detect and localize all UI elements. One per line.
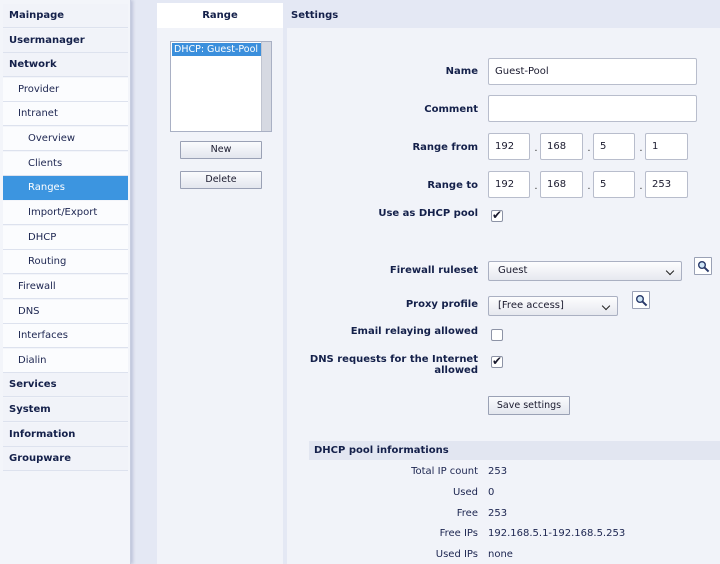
dns-requests-checkbox[interactable]: ✔: [491, 354, 503, 368]
nav-item-system[interactable]: System: [3, 398, 128, 422]
free-ips-label: Free IPs: [439, 528, 478, 539]
free-ips-value: 192.168.5.1-192.168.5.253: [488, 528, 626, 539]
range-panel-title: Range: [157, 3, 283, 28]
nav-item-dhcp[interactable]: DHCP: [3, 226, 128, 250]
range-panel: Range DHCP: Guest-Pool New Delete: [157, 3, 283, 564]
magnifier-icon: [698, 261, 710, 273]
used-count-value: 0: [488, 487, 495, 498]
comment-label: Comment: [424, 104, 478, 115]
firewall-ruleset-label: Firewall ruleset: [389, 265, 478, 276]
nav-item-ranges[interactable]: Ranges: [3, 176, 128, 200]
save-settings-button[interactable]: Save settings: [488, 396, 570, 415]
nav-item-import-export[interactable]: Import/Export: [3, 201, 128, 225]
chevron-down-icon: [601, 301, 611, 311]
used-ips-value: none: [488, 549, 513, 560]
email-relaying-label: Email relaying allowed: [350, 326, 478, 337]
proxy-profile-edit-button[interactable]: [632, 291, 650, 309]
email-relaying-checkbox[interactable]: [491, 329, 503, 341]
nav-item-dns[interactable]: DNS: [3, 300, 128, 324]
settings-panel: Settings Name Guest-Pool Comment Range f…: [287, 3, 720, 564]
checkmark-icon: ✔: [492, 354, 503, 368]
range-list-item[interactable]: DHCP: Guest-Pool: [172, 43, 261, 56]
nav-item-intranet[interactable]: Intranet: [3, 102, 128, 126]
range-from-octet-3[interactable]: 5: [593, 133, 635, 160]
used-ips-label: Used IPs: [435, 549, 478, 560]
delete-range-button[interactable]: Delete: [180, 171, 262, 189]
nav-item-provider[interactable]: Provider: [3, 78, 128, 102]
proxy-profile-label: Proxy profile: [405, 299, 478, 310]
firewall-ruleset-edit-button[interactable]: [694, 257, 712, 275]
range-to-octet-2[interactable]: 168: [540, 171, 583, 198]
dns-requests-label-line1: DNS requests for the Internet: [309, 354, 478, 365]
range-from-octet-1[interactable]: 192: [488, 133, 530, 160]
dhcp-pool-checkbox[interactable]: ✔: [491, 208, 503, 222]
range-to-label: Range to: [427, 180, 478, 191]
name-label: Name: [445, 66, 478, 77]
nav-item-usermanager[interactable]: Usermanager: [3, 29, 128, 53]
nav-item-routing[interactable]: Routing: [3, 250, 128, 274]
dns-requests-label-line2: allowed: [434, 365, 478, 376]
free-count-label: Free: [456, 508, 478, 519]
nav-item-clients[interactable]: Clients: [3, 152, 128, 176]
range-from-octet-4[interactable]: 1: [645, 133, 688, 160]
range-list-scrollbar[interactable]: [261, 42, 271, 131]
total-ip-count-value: 253: [488, 466, 508, 477]
nav-item-dialin[interactable]: Dialin: [3, 349, 128, 373]
range-to-octet-1[interactable]: 192: [488, 171, 530, 198]
nav-item-services[interactable]: Services: [3, 373, 128, 397]
chevron-down-icon: [665, 266, 675, 276]
dns-requests-label: DNS requests for the Internet allowed: [310, 354, 478, 376]
nav-item-interfaces[interactable]: Interfaces: [3, 324, 128, 348]
range-from-label: Range from: [412, 142, 478, 153]
proxy-profile-value: [Free access]: [498, 300, 564, 311]
comment-field[interactable]: [488, 95, 697, 122]
nav-item-groupware[interactable]: Groupware: [3, 447, 128, 471]
main-navigation: Mainpage Usermanager Network Provider In…: [0, 0, 131, 564]
nav-item-mainpage[interactable]: Mainpage: [3, 4, 128, 28]
range-from-octet-2[interactable]: 168: [540, 133, 583, 160]
total-ip-count-label: Total IP count: [411, 466, 478, 477]
range-listbox[interactable]: DHCP: Guest-Pool: [170, 41, 272, 132]
firewall-ruleset-select[interactable]: Guest: [488, 261, 682, 281]
new-range-button[interactable]: New: [180, 141, 262, 159]
range-to-octet-3[interactable]: 5: [593, 171, 635, 198]
settings-title: Settings: [287, 3, 720, 28]
nav-item-network[interactable]: Network: [3, 53, 128, 77]
dhcp-pool-label: Use as DHCP pool: [378, 208, 478, 219]
name-field[interactable]: Guest-Pool: [488, 58, 697, 85]
nav-item-information[interactable]: Information: [3, 423, 128, 447]
free-count-value: 253: [488, 508, 508, 519]
nav-item-overview[interactable]: Overview: [3, 127, 128, 151]
range-to-octet-4[interactable]: 253: [645, 171, 688, 198]
nav-item-firewall[interactable]: Firewall: [3, 275, 128, 299]
checkmark-icon: ✔: [492, 208, 503, 222]
proxy-profile-select[interactable]: [Free access]: [488, 296, 618, 316]
used-count-label: Used: [452, 487, 478, 498]
magnifier-icon: [636, 295, 648, 307]
dhcp-pool-info-title: DHCP pool informations: [309, 441, 720, 460]
firewall-ruleset-value: Guest: [498, 265, 528, 276]
